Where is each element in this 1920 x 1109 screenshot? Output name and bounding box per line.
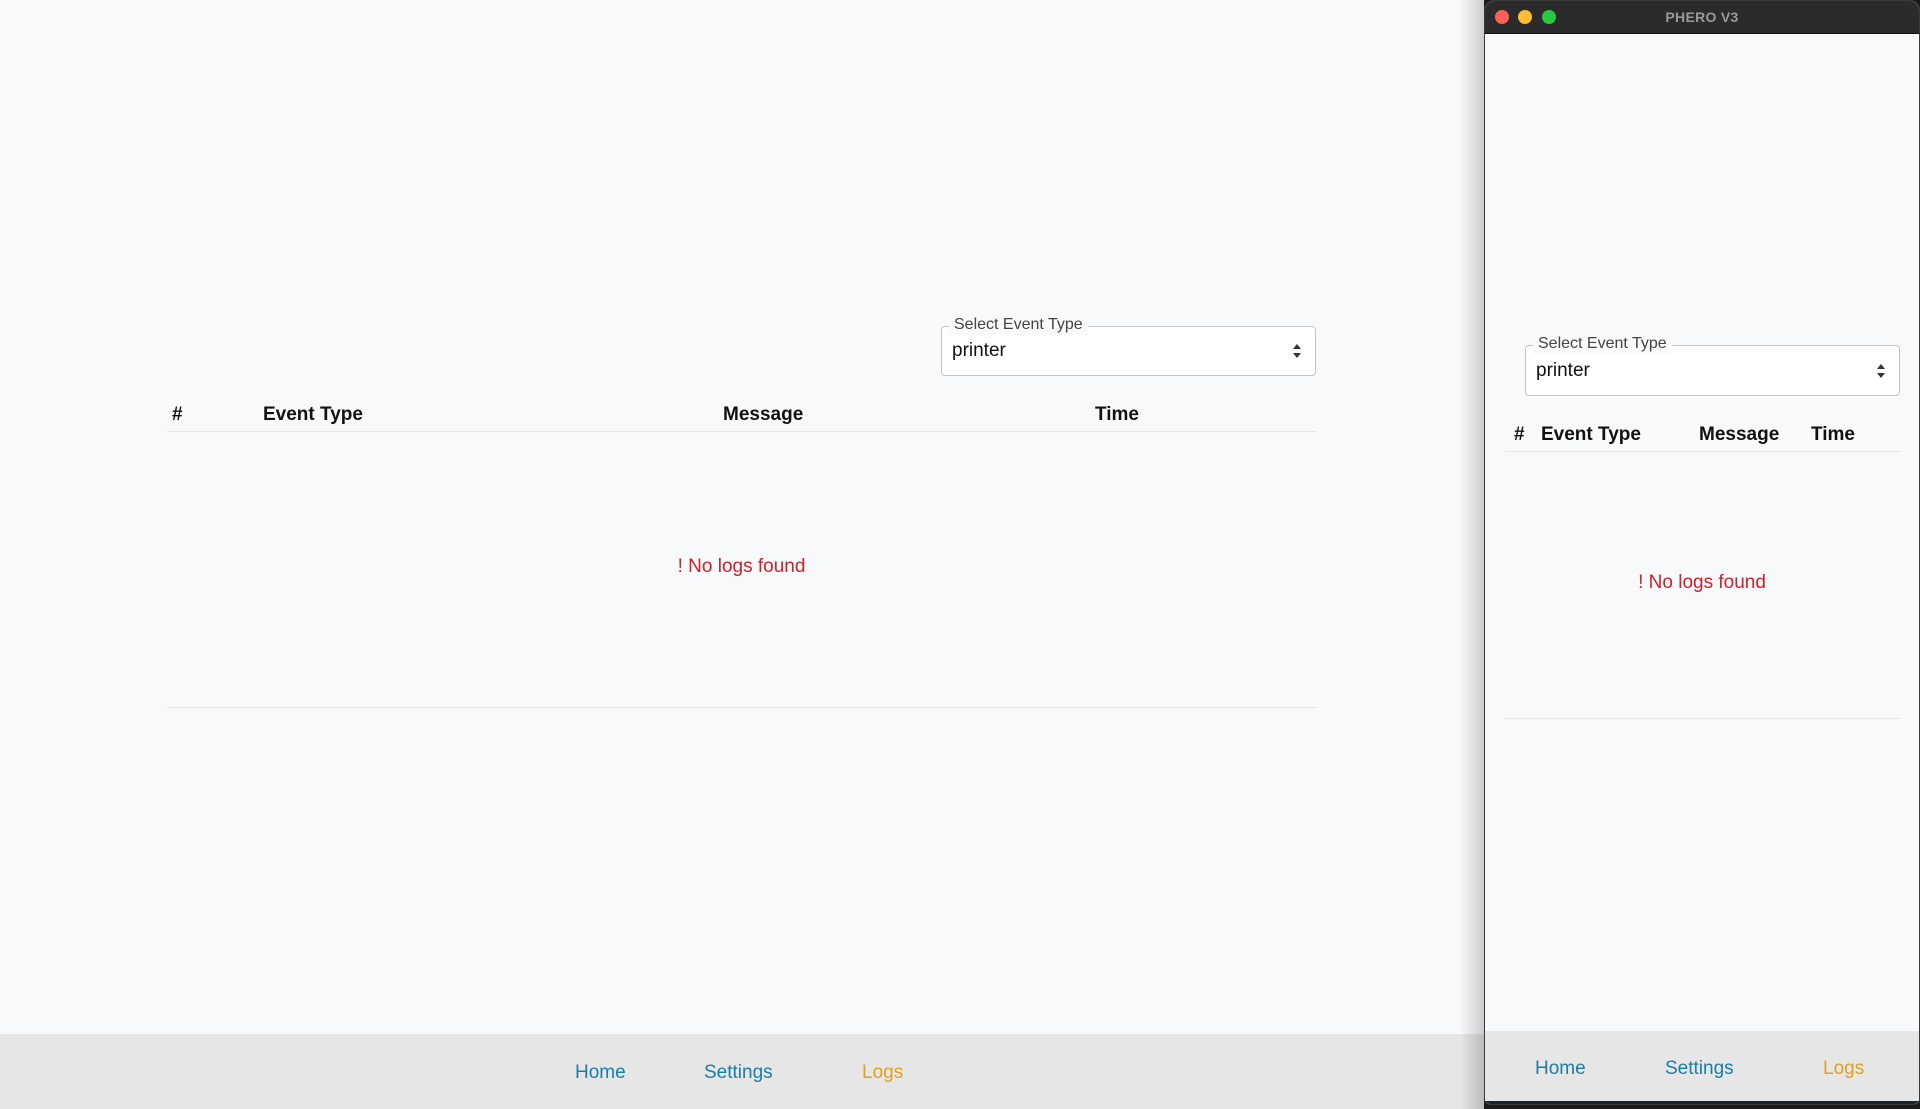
column-header-number: #: [1514, 424, 1525, 445]
select-arrows-icon: [1876, 363, 1886, 379]
column-header-number: #: [172, 404, 183, 425]
nav-settings-link[interactable]: Settings: [704, 1062, 773, 1084]
event-type-select[interactable]: Select Event Type printer: [941, 315, 1316, 376]
bottom-nav: Home Settings Logs: [0, 1034, 1484, 1109]
nav-settings-link[interactable]: Settings: [1665, 1058, 1734, 1080]
main-app-window: Select Event Type printer # Event Type M…: [0, 0, 1484, 1109]
column-header-time: Time: [1095, 404, 1140, 425]
no-logs-message: ! No logs found: [677, 556, 806, 577]
column-header-time: Time: [1811, 424, 1856, 445]
window-shadow: [1460, 0, 1484, 1109]
column-header-message: Message: [1699, 424, 1780, 445]
window-title: PHERO V3: [1665, 9, 1739, 25]
logs-table-header: # Event Type Message Time: [167, 400, 1316, 432]
nav-logs-link[interactable]: Logs: [1823, 1058, 1864, 1080]
logs-table-header: # Event Type Message Time: [1505, 420, 1901, 452]
nav-home-link[interactable]: Home: [1535, 1058, 1586, 1080]
event-type-select-value: printer: [1536, 360, 1590, 381]
column-header-event-type: Event Type: [263, 404, 363, 425]
column-header-message: Message: [723, 404, 804, 425]
nav-logs-link[interactable]: Logs: [862, 1062, 903, 1084]
nav-home-link[interactable]: Home: [575, 1062, 626, 1084]
event-type-select-value: printer: [952, 340, 1006, 361]
select-arrows-icon: [1292, 343, 1302, 359]
table-bottom-divider: [1505, 718, 1901, 719]
empty-state-message-container: ! No logs found: [167, 556, 1316, 578]
window-titlebar[interactable]: PHERO V3: [1485, 1, 1919, 34]
desktop-background-strip: [1485, 1101, 1919, 1104]
small-app-window: PHERO V3 Select Event Type printer # Eve…: [1484, 0, 1920, 1105]
table-bottom-divider: [167, 707, 1316, 708]
no-logs-message: ! No logs found: [1638, 572, 1766, 593]
event-type-select-label: Select Event Type: [1533, 334, 1672, 354]
event-type-select-label: Select Event Type: [949, 315, 1088, 335]
column-header-event-type: Event Type: [1541, 424, 1641, 445]
bottom-nav: Home Settings Logs: [1485, 1031, 1919, 1104]
event-type-select[interactable]: Select Event Type printer: [1525, 334, 1900, 396]
